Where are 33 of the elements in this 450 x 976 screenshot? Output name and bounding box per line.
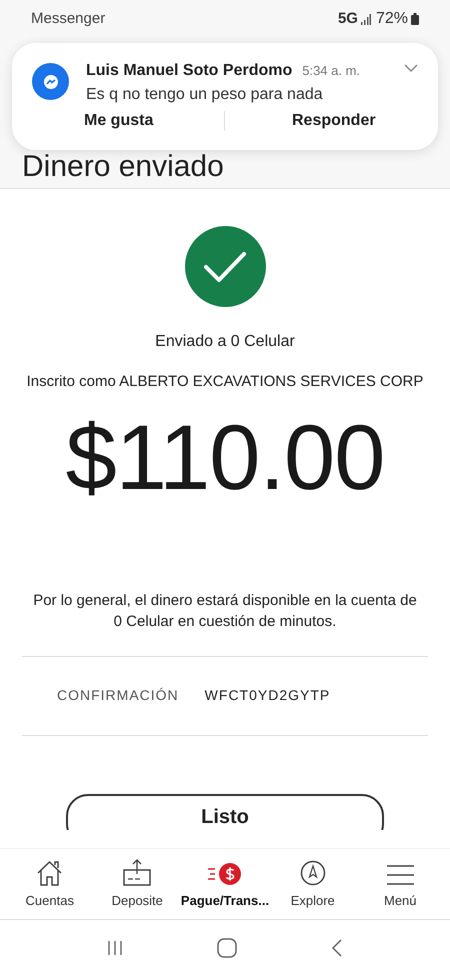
deposit-icon — [123, 858, 152, 886]
availability-note: Por lo general, el dinero estará disponible en la cuenta de 0 Celular en cuestión de minutos. — [32, 590, 418, 632]
reply-button[interactable]: Responder — [292, 109, 376, 133]
network-label: 5G — [338, 8, 358, 29]
signal-icon — [360, 14, 371, 24]
notification-time: 5:34 a. m. — [302, 62, 360, 80]
nav-tab[interactable]: Pague/Trans... — [181, 858, 269, 910]
home-icon — [36, 860, 64, 886]
battery-percent: 72% — [376, 9, 408, 29]
confirmation-code: WFCT0YD2GYTP — [204, 686, 330, 705]
done-button[interactable]: Listo — [66, 794, 384, 830]
recent-apps-icon[interactable] — [107, 940, 123, 956]
nav-tab[interactable]: Explore — [269, 858, 356, 910]
recipient-text: Enviado a 0 Celular — [155, 332, 295, 352]
compass-icon — [300, 860, 326, 886]
messenger-icon — [32, 63, 69, 100]
page-title: Dinero enviado — [22, 152, 224, 182]
back-icon[interactable] — [331, 939, 343, 957]
like-button[interactable]: Me gusta — [84, 109, 154, 133]
amount-text: $110.00 — [66, 412, 384, 504]
nav-tab[interactable]: Deposite — [94, 858, 181, 910]
app-name: Messenger — [31, 8, 106, 29]
notification-message: Es q no tengo un peso para nada — [86, 85, 323, 105]
sender-name: Luis Manuel Soto Perdomo — [86, 61, 292, 81]
expand-chevron-icon[interactable] — [404, 64, 418, 72]
home-button-icon[interactable] — [217, 938, 237, 958]
nav-tab[interactable]: Menú — [356, 858, 444, 910]
payment-icon — [207, 862, 243, 886]
battery-icon — [411, 13, 419, 25]
nav-tab[interactable]: Cuentas — [6, 858, 94, 910]
menu-icon — [386, 864, 414, 886]
enrolled-name-text: Inscrito como ALBERTO EXCAVATIONS SERVICES CORP — [26, 372, 424, 392]
confirmation-label: CONFIRMACIÓN — [57, 686, 179, 705]
